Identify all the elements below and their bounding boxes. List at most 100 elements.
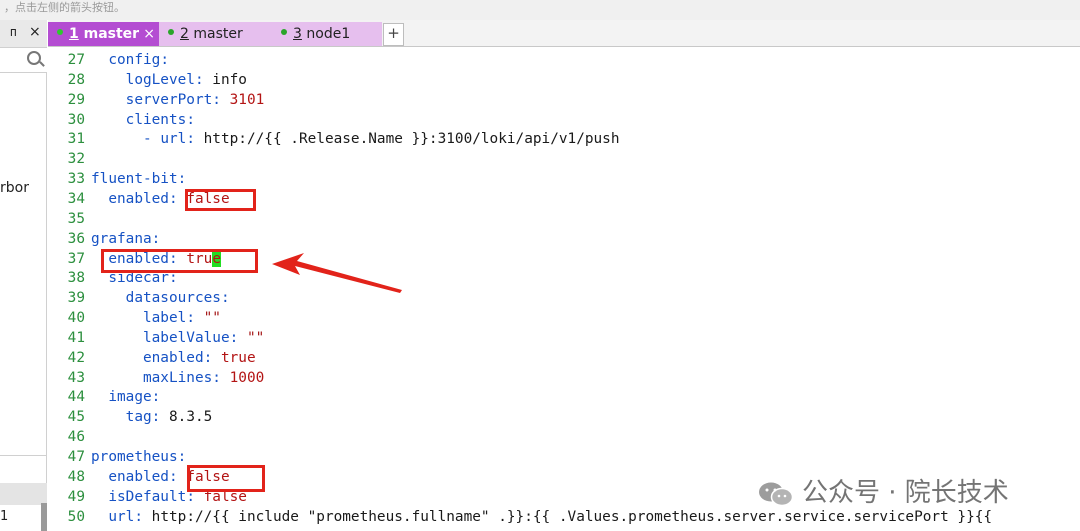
code-line[interactable]: 46 [48, 427, 91, 447]
yaml-colon: : [203, 349, 213, 366]
tab-2-master[interactable]: 2 master [159, 22, 272, 46]
code-line[interactable]: 29 serverPort: 3101 [48, 90, 265, 110]
yaml-value: 3101 [220, 91, 265, 108]
yaml-colon: : [151, 389, 161, 406]
code-line[interactable]: 30 clients: [48, 110, 195, 130]
left-panel-scrollbar[interactable] [41, 503, 47, 531]
left-panel-header: ᴨ × [0, 20, 47, 48]
code-text: maxLines: 1000 [91, 370, 264, 386]
code-text: clients: [91, 112, 195, 128]
yaml-value: true [212, 349, 256, 366]
code-text: datasources: [91, 290, 230, 306]
code-text: image: [91, 389, 160, 405]
search-icon[interactable] [27, 51, 41, 65]
yaml-key: isDefault [108, 488, 187, 505]
line-number: 45 [67, 409, 85, 426]
code-line[interactable]: 27 config: [48, 50, 169, 70]
yaml-key: enabled [108, 190, 169, 207]
tab-number: 3 [293, 26, 302, 42]
code-line[interactable]: 45 tag: 8.3.5 [48, 407, 213, 427]
yaml-value: "" [194, 310, 221, 327]
code-text: fluent-bit: [91, 171, 186, 187]
session-status-icon [168, 29, 174, 35]
yaml-colon: : [168, 468, 178, 485]
yaml-value: http://{{ .Release.Name }}:3100/loki/api… [194, 131, 620, 148]
highlight-box-prometheus [187, 465, 265, 492]
yaml-colon: : [212, 91, 221, 108]
pin-icon[interactable]: ᴨ [10, 25, 17, 39]
code-line[interactable]: 42 enabled: true [48, 348, 256, 368]
line-number: 34 [67, 190, 85, 207]
code-line[interactable]: 36 grafana: [48, 229, 161, 249]
line-number: 37 [67, 250, 85, 267]
code-text: - url: http://{{ .Release.Name }}:3100/l… [91, 131, 620, 147]
code-line[interactable]: 28 logLevel: info [48, 70, 247, 90]
code-line[interactable]: 47 prometheus: [48, 447, 187, 467]
code-line[interactable]: 31 - url: http://{{ .Release.Name }}:310… [48, 129, 620, 149]
line-number: 39 [67, 290, 85, 307]
tab-label: master [83, 26, 140, 42]
code-line[interactable]: 35 [48, 209, 91, 229]
yaml-key: config [108, 52, 161, 68]
left-panel-item[interactable]: rbor [0, 180, 29, 196]
wechat-icon [759, 482, 794, 506]
code-text: logLevel: info [91, 72, 247, 88]
code-line[interactable]: 39 datasources: [48, 288, 230, 308]
yaml-key: enabled [142, 349, 204, 366]
yaml-colon: : [186, 111, 195, 128]
tab-close-icon[interactable]: × [143, 22, 155, 46]
yaml-value: info [203, 71, 247, 88]
highlight-box-fluent-bit [185, 189, 256, 211]
left-panel-gray-row [0, 483, 47, 505]
line-number: 44 [67, 389, 85, 406]
yaml-key: grafana [91, 230, 152, 247]
left-panel-divider [0, 455, 47, 456]
left-panel-search[interactable] [0, 48, 47, 73]
yaml-colon: : [220, 290, 230, 307]
code-editor[interactable]: 27 config: 28 logLevel: info 29 serverPort… [48, 47, 1080, 531]
yaml-colon: : [177, 449, 187, 465]
line-number: 42 [67, 349, 85, 366]
yaml-key: tag [125, 409, 152, 426]
code-line[interactable]: 44 image: [48, 387, 161, 407]
code-text: labelValue: "" [91, 330, 264, 346]
yaml-key: label [142, 310, 187, 327]
yaml-key: prometheus [91, 449, 178, 465]
line-number: 33 [67, 171, 85, 188]
code-line[interactable]: 33 fluent-bit: [48, 169, 187, 189]
code-text: enabled: true [91, 350, 256, 366]
code-line[interactable]: 43 maxLines: 1000 [48, 368, 265, 388]
code-line[interactable]: 40 label: "" [48, 308, 221, 328]
tab-3-node1[interactable]: 3 node1 [272, 22, 382, 46]
yaml-colon: : [134, 508, 143, 525]
code-text: url: http://{{ include "prometheus.fulln… [91, 509, 992, 525]
yaml-colon: : [160, 52, 169, 68]
code-line[interactable]: 32 [48, 149, 91, 169]
close-icon[interactable]: × [29, 24, 41, 40]
line-number: 35 [67, 210, 85, 227]
line-number: 31 [67, 131, 85, 148]
code-line[interactable]: 50 url: http://{{ include "prometheus.fu… [48, 507, 992, 527]
line-number: 27 [67, 52, 85, 68]
add-tab-button[interactable]: + [383, 23, 404, 46]
tab-number: 1 [69, 26, 79, 42]
code-line[interactable]: 41 labelValue: "" [48, 328, 265, 348]
yaml-key: url [160, 131, 187, 148]
yaml-key: logLevel [125, 71, 195, 88]
yaml-colon: : [186, 131, 195, 148]
yaml-key: serverPort [125, 91, 213, 108]
code-text: grafana: [91, 231, 160, 247]
top-hint-bar: ，点击左侧的箭头按钮。 [0, 0, 1080, 20]
line-number: 38 [67, 270, 85, 287]
line-number: 48 [67, 468, 85, 485]
tab-1-master[interactable]: 1 master × [48, 22, 159, 46]
